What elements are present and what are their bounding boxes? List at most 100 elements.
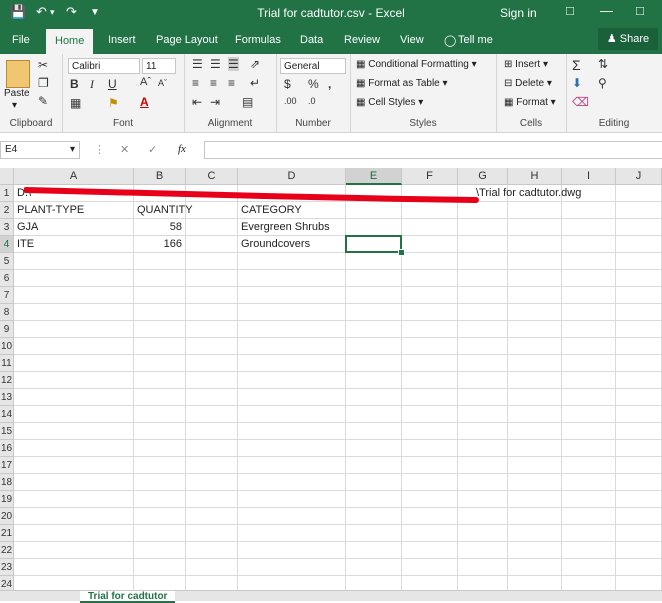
cell-g7[interactable] [458, 287, 508, 304]
column-header-d[interactable]: D [238, 168, 346, 185]
cell-a21[interactable] [14, 525, 134, 542]
cell-b14[interactable] [134, 406, 186, 423]
currency-icon[interactable]: $ [284, 77, 291, 91]
row-header-11[interactable]: 11 [0, 355, 14, 372]
row-header-22[interactable]: 22 [0, 542, 14, 559]
cell-h13[interactable] [508, 389, 562, 406]
cell-f6[interactable] [402, 270, 458, 287]
cell-j23[interactable] [616, 559, 662, 576]
row-header-2[interactable]: 2 [0, 202, 14, 219]
cell-d2[interactable]: CATEGORY [238, 202, 346, 219]
cell-b21[interactable] [134, 525, 186, 542]
fill-color-icon[interactable]: ⚑ [108, 96, 119, 110]
cell-d8[interactable] [238, 304, 346, 321]
cell-e16[interactable] [346, 440, 402, 457]
cell-j12[interactable] [616, 372, 662, 389]
cell-e13[interactable] [346, 389, 402, 406]
select-all-button[interactable] [0, 168, 14, 185]
cell-d7[interactable] [238, 287, 346, 304]
cell-f22[interactable] [402, 542, 458, 559]
cell-d14[interactable] [238, 406, 346, 423]
cell-a7[interactable] [14, 287, 134, 304]
cell-f11[interactable] [402, 355, 458, 372]
cell-styles-button[interactable]: ▦ Cell Styles ▾ [356, 97, 423, 108]
cell-f5[interactable] [402, 253, 458, 270]
cell-i23[interactable] [562, 559, 616, 576]
conditional-formatting-button[interactable]: ▦ Conditional Formatting ▾ [356, 59, 477, 70]
tab-view[interactable]: View [400, 34, 424, 46]
row-header-23[interactable]: 23 [0, 559, 14, 576]
cell-a6[interactable] [14, 270, 134, 287]
cell-e6[interactable] [346, 270, 402, 287]
cell-f24[interactable] [402, 576, 458, 590]
cell-b8[interactable] [134, 304, 186, 321]
tab-review[interactable]: Review [344, 34, 380, 46]
minimize-icon[interactable]: — [600, 3, 613, 18]
row-header-12[interactable]: 12 [0, 372, 14, 389]
find-select-icon[interactable]: ⚲ [598, 76, 607, 90]
cell-g11[interactable] [458, 355, 508, 372]
cell-d19[interactable] [238, 491, 346, 508]
cell-e17[interactable] [346, 457, 402, 474]
cut-icon[interactable]: ✂ [38, 58, 48, 72]
cell-b20[interactable] [134, 508, 186, 525]
cell-j21[interactable] [616, 525, 662, 542]
cell-i10[interactable] [562, 338, 616, 355]
fill-icon[interactable]: ⬇ [572, 76, 582, 90]
cell-g12[interactable] [458, 372, 508, 389]
paste-button[interactable]: Paste [4, 88, 30, 99]
tab-formulas[interactable]: Formulas [235, 34, 281, 46]
cell-g9[interactable] [458, 321, 508, 338]
cell-d11[interactable] [238, 355, 346, 372]
cell-f12[interactable] [402, 372, 458, 389]
cell-f2[interactable] [402, 202, 458, 219]
cell-g24[interactable] [458, 576, 508, 590]
cell-j9[interactable] [616, 321, 662, 338]
cell-g18[interactable] [458, 474, 508, 491]
cell-j22[interactable] [616, 542, 662, 559]
row-header-21[interactable]: 21 [0, 525, 14, 542]
increase-indent-icon[interactable]: ⇥ [210, 95, 220, 109]
cell-g10[interactable] [458, 338, 508, 355]
cell-c9[interactable] [186, 321, 238, 338]
cell-a16[interactable] [14, 440, 134, 457]
cell-e21[interactable] [346, 525, 402, 542]
enter-icon[interactable]: ✓ [148, 143, 157, 156]
row-header-16[interactable]: 16 [0, 440, 14, 457]
cell-j17[interactable] [616, 457, 662, 474]
cell-f10[interactable] [402, 338, 458, 355]
cell-i3[interactable] [562, 219, 616, 236]
cell-f20[interactable] [402, 508, 458, 525]
cell-b23[interactable] [134, 559, 186, 576]
cell-j15[interactable] [616, 423, 662, 440]
cell-c15[interactable] [186, 423, 238, 440]
copy-icon[interactable]: ❐ [38, 76, 49, 90]
row-header-15[interactable]: 15 [0, 423, 14, 440]
cell-j13[interactable] [616, 389, 662, 406]
row-header-10[interactable]: 10 [0, 338, 14, 355]
cell-j11[interactable] [616, 355, 662, 372]
cell-d13[interactable] [238, 389, 346, 406]
top-align-icon[interactable]: ☰ [192, 57, 203, 71]
column-header-e[interactable]: E [346, 168, 402, 185]
format-as-table-button[interactable]: ▦ Format as Table ▾ [356, 78, 448, 89]
cell-j4[interactable] [616, 236, 662, 253]
maximize-icon[interactable]: □ [636, 3, 644, 18]
cell-g23[interactable] [458, 559, 508, 576]
cell-i4[interactable] [562, 236, 616, 253]
cell-f8[interactable] [402, 304, 458, 321]
cell-e8[interactable] [346, 304, 402, 321]
sign-in-link[interactable]: Sign in [500, 6, 537, 20]
cell-a19[interactable] [14, 491, 134, 508]
cell-b7[interactable] [134, 287, 186, 304]
cell-f19[interactable] [402, 491, 458, 508]
cell-i8[interactable] [562, 304, 616, 321]
cell-i12[interactable] [562, 372, 616, 389]
name-box-dropdown-icon[interactable]: ▾ [70, 142, 75, 158]
cell-j6[interactable] [616, 270, 662, 287]
cell-j8[interactable] [616, 304, 662, 321]
cancel-icon[interactable]: ✕ [120, 143, 129, 156]
cell-b19[interactable] [134, 491, 186, 508]
row-header-7[interactable]: 7 [0, 287, 14, 304]
cell-e3[interactable] [346, 219, 402, 236]
